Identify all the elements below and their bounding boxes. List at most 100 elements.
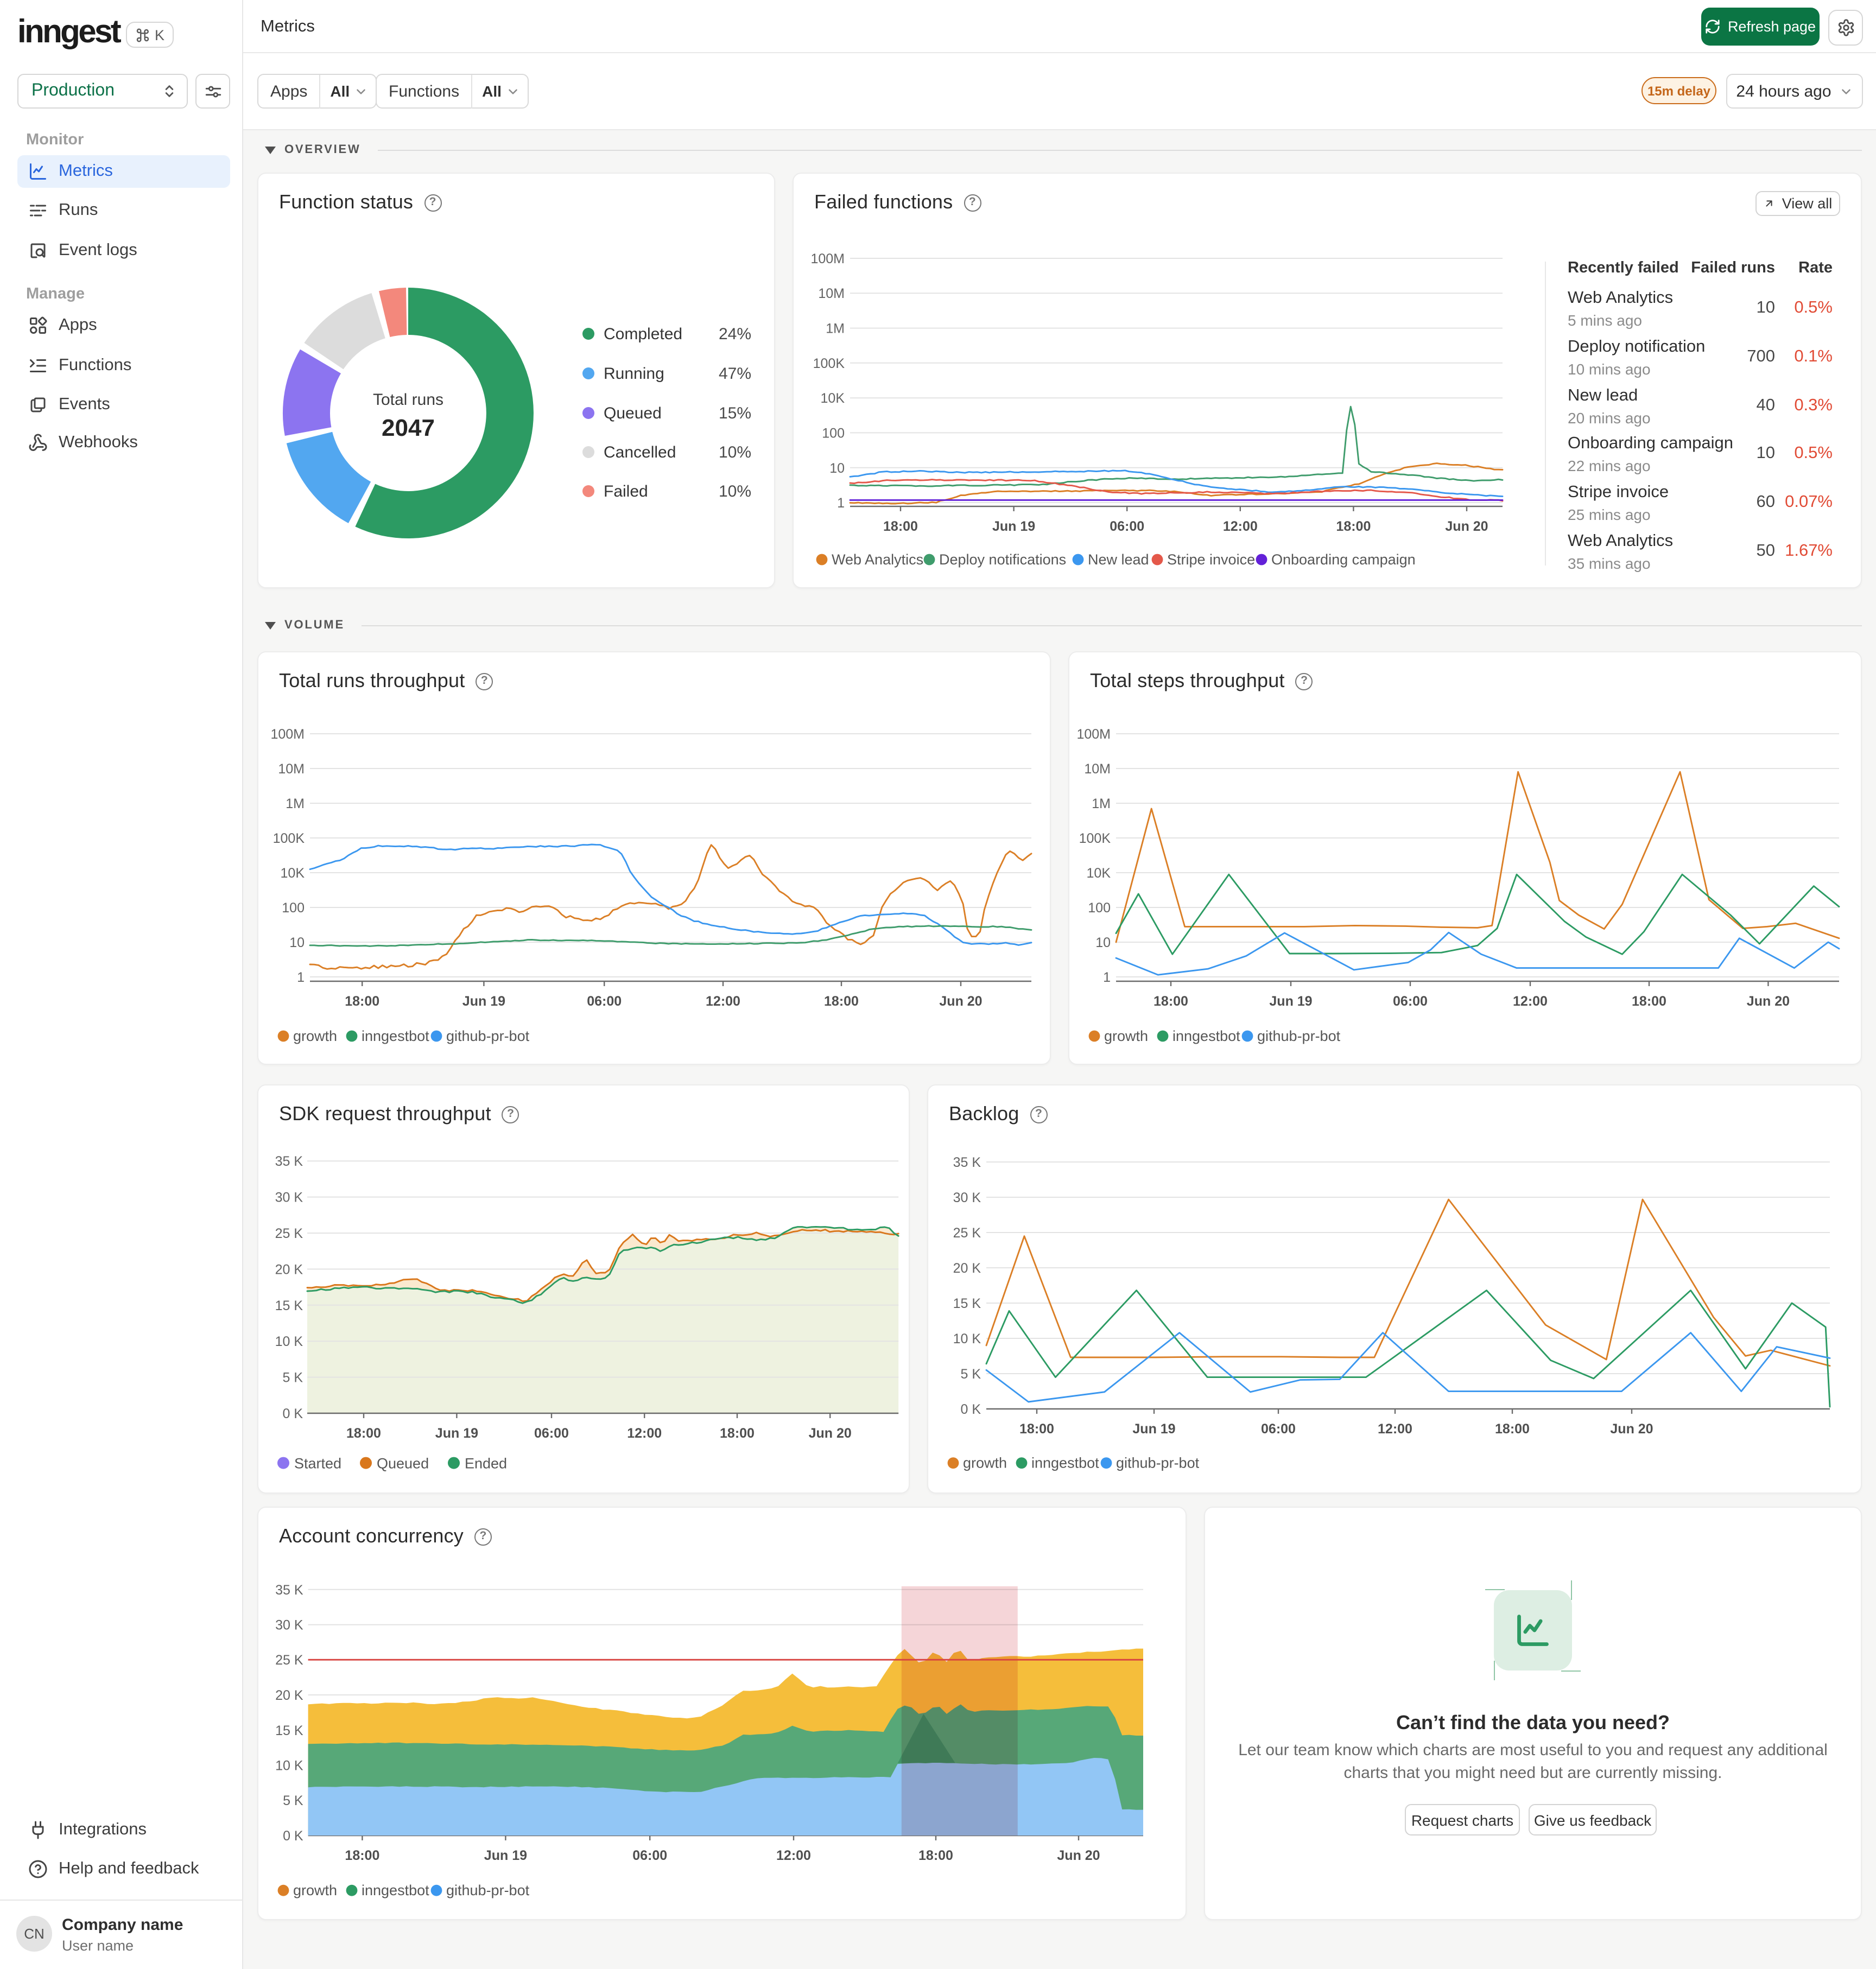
svg-text:Queued: Queued	[604, 404, 662, 422]
svg-text:15 K: 15 K	[953, 1296, 981, 1311]
svg-text:github-pr-bot: github-pr-bot	[446, 1882, 530, 1898]
svg-text:5 K: 5 K	[282, 1370, 303, 1386]
svg-text:Jun 19: Jun 19	[462, 994, 505, 1009]
svg-text:Queued: Queued	[377, 1456, 429, 1472]
svg-text:New lead: New lead	[1088, 551, 1149, 568]
svg-text:15 K: 15 K	[275, 1723, 303, 1738]
svg-text:10%: 10%	[719, 482, 751, 500]
svg-text:10K: 10K	[821, 391, 845, 406]
svg-text:18:00: 18:00	[918, 1848, 953, 1863]
svg-text:100M: 100M	[810, 251, 845, 266]
svg-text:Onboarding campaign: Onboarding campaign	[1271, 551, 1416, 568]
svg-text:12:00: 12:00	[1378, 1421, 1412, 1437]
svg-text:1: 1	[1103, 970, 1111, 985]
svg-text:100: 100	[1088, 900, 1111, 916]
svg-text:10M: 10M	[278, 761, 305, 777]
svg-text:10K: 10K	[1087, 866, 1111, 881]
svg-text:25 K: 25 K	[275, 1226, 303, 1241]
svg-text:12:00: 12:00	[1223, 519, 1258, 534]
svg-text:10M: 10M	[1084, 761, 1111, 777]
svg-text:10 K: 10 K	[275, 1334, 303, 1349]
svg-text:12:00: 12:00	[706, 994, 740, 1009]
svg-text:1M: 1M	[286, 796, 305, 811]
svg-text:github-pr-bot: github-pr-bot	[446, 1028, 530, 1044]
svg-text:100K: 100K	[1079, 831, 1111, 846]
svg-text:Jun 19: Jun 19	[992, 519, 1035, 534]
svg-text:24%: 24%	[719, 325, 751, 343]
svg-text:5 K: 5 K	[283, 1793, 303, 1808]
svg-text:inngestbot: inngestbot	[362, 1028, 429, 1044]
svg-text:1: 1	[837, 496, 845, 511]
svg-text:10M: 10M	[818, 286, 845, 301]
svg-text:18:00: 18:00	[345, 994, 379, 1009]
svg-text:18:00: 18:00	[824, 994, 859, 1009]
svg-text:inngestbot: inngestbot	[362, 1882, 429, 1898]
svg-text:github-pr-bot: github-pr-bot	[1116, 1455, 1200, 1471]
svg-text:Jun 19: Jun 19	[1269, 994, 1312, 1009]
svg-text:12:00: 12:00	[1513, 994, 1548, 1009]
svg-text:18:00: 18:00	[1336, 519, 1371, 534]
svg-text:35 K: 35 K	[953, 1155, 981, 1170]
svg-text:06:00: 06:00	[632, 1848, 667, 1863]
svg-text:10: 10	[289, 935, 305, 950]
svg-text:12:00: 12:00	[776, 1848, 811, 1863]
svg-text:30 K: 30 K	[275, 1618, 303, 1633]
svg-text:100K: 100K	[813, 356, 845, 371]
svg-text:30 K: 30 K	[953, 1190, 981, 1205]
svg-text:Stripe invoice: Stripe invoice	[1167, 551, 1255, 568]
svg-text:1M: 1M	[1092, 796, 1111, 811]
svg-text:growth: growth	[1104, 1028, 1148, 1044]
svg-text:Web Analytics: Web Analytics	[832, 551, 923, 568]
svg-text:10 K: 10 K	[953, 1331, 981, 1346]
svg-text:15%: 15%	[719, 404, 751, 422]
svg-text:06:00: 06:00	[1110, 519, 1144, 534]
svg-text:2047: 2047	[382, 415, 435, 441]
svg-text:35 K: 35 K	[275, 1154, 303, 1169]
svg-text:Jun 20: Jun 20	[1057, 1848, 1100, 1863]
svg-text:20 K: 20 K	[953, 1261, 981, 1276]
svg-text:Completed: Completed	[604, 325, 682, 343]
svg-text:10: 10	[1095, 935, 1111, 950]
svg-text:Jun 20: Jun 20	[1445, 519, 1488, 534]
svg-text:Jun 20: Jun 20	[1747, 994, 1790, 1009]
svg-text:15 K: 15 K	[275, 1298, 303, 1313]
svg-text:Failed: Failed	[604, 482, 648, 500]
svg-text:Started: Started	[294, 1456, 341, 1472]
svg-text:0 K: 0 K	[282, 1406, 303, 1421]
svg-text:Ended: Ended	[465, 1456, 507, 1472]
svg-text:30 K: 30 K	[275, 1190, 303, 1205]
svg-text:Cancelled: Cancelled	[604, 443, 676, 461]
svg-text:0 K: 0 K	[960, 1402, 981, 1417]
svg-text:10 K: 10 K	[275, 1758, 303, 1774]
svg-text:10: 10	[829, 461, 845, 476]
svg-text:18:00: 18:00	[1019, 1421, 1054, 1437]
svg-text:Jun 19: Jun 19	[435, 1426, 478, 1441]
svg-text:100M: 100M	[270, 727, 305, 742]
svg-text:18:00: 18:00	[1632, 994, 1666, 1009]
svg-text:18:00: 18:00	[720, 1426, 755, 1441]
svg-text:growth: growth	[963, 1455, 1007, 1471]
svg-text:18:00: 18:00	[346, 1426, 381, 1441]
svg-text:25 K: 25 K	[953, 1225, 981, 1241]
svg-text:5 K: 5 K	[960, 1367, 981, 1382]
svg-text:06:00: 06:00	[1261, 1421, 1296, 1437]
svg-text:1M: 1M	[826, 321, 845, 336]
svg-text:inngestbot: inngestbot	[1031, 1455, 1099, 1471]
svg-text:Total runs: Total runs	[373, 391, 443, 409]
svg-text:12:00: 12:00	[627, 1426, 662, 1441]
svg-text:1: 1	[297, 970, 305, 985]
svg-text:Jun 19: Jun 19	[1132, 1421, 1175, 1437]
svg-text:Running: Running	[604, 365, 664, 383]
svg-text:06:00: 06:00	[587, 994, 622, 1009]
svg-text:18:00: 18:00	[1154, 994, 1188, 1009]
svg-text:Jun 20: Jun 20	[809, 1426, 852, 1441]
svg-text:06:00: 06:00	[534, 1426, 569, 1441]
svg-text:Jun 19: Jun 19	[484, 1848, 527, 1863]
svg-text:20 K: 20 K	[275, 1262, 303, 1277]
svg-text:github-pr-bot: github-pr-bot	[1257, 1028, 1341, 1044]
svg-text:06:00: 06:00	[1393, 994, 1428, 1009]
svg-text:growth: growth	[293, 1028, 337, 1044]
svg-text:growth: growth	[293, 1882, 337, 1898]
svg-text:Jun 20: Jun 20	[939, 994, 982, 1009]
svg-text:25 K: 25 K	[275, 1653, 303, 1668]
